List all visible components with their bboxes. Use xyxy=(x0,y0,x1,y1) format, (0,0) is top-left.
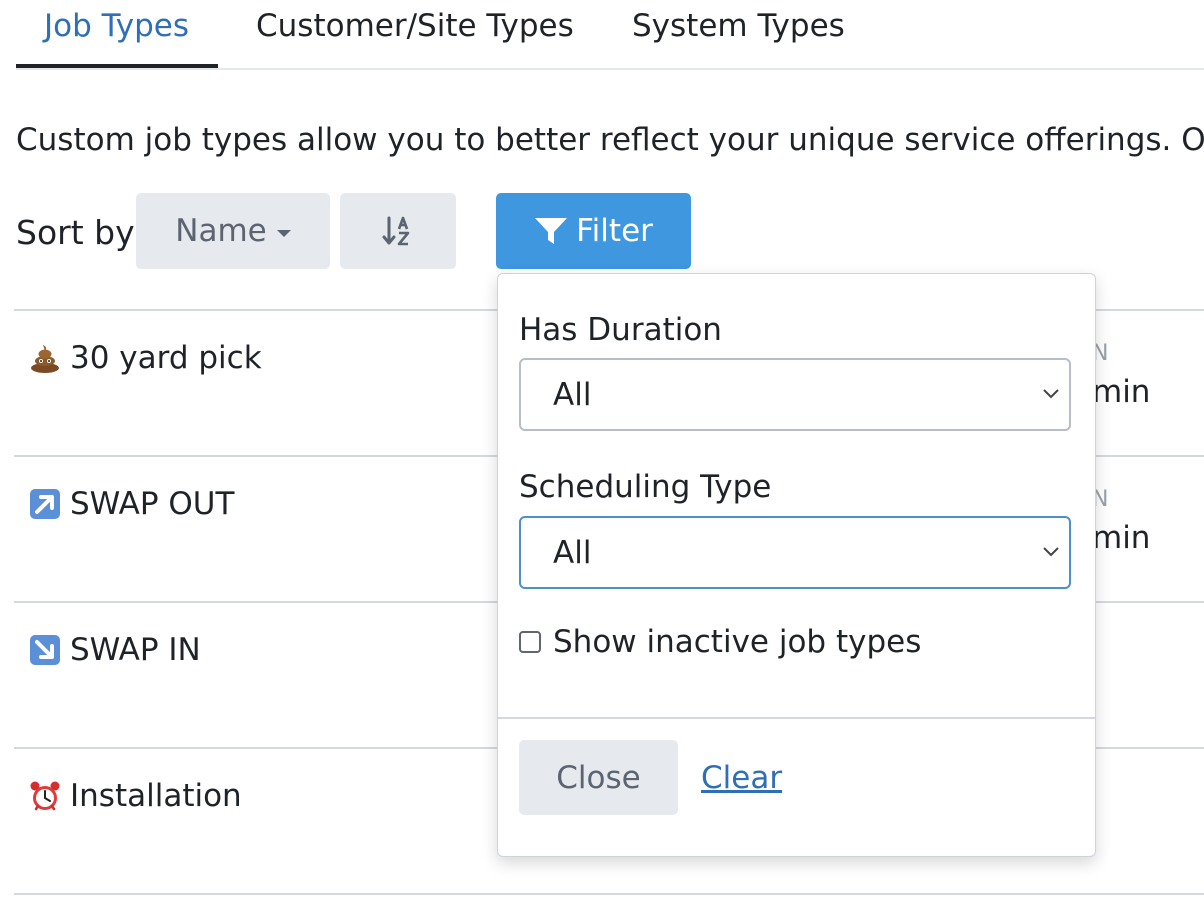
popover-divider xyxy=(498,717,1095,719)
show-inactive-checkbox[interactable] xyxy=(519,631,541,653)
job-type-name: SWAP IN xyxy=(70,632,201,668)
sort-order-button[interactable] xyxy=(340,193,456,269)
has-duration-label: Has Duration xyxy=(519,312,722,348)
has-duration-value: All xyxy=(553,376,592,413)
close-button[interactable]: Close xyxy=(519,740,678,815)
job-type-row[interactable]: 30 yard pick xyxy=(28,336,262,380)
tab-bar: Job Types Customer/Site Types System Typ… xyxy=(16,0,1204,70)
show-inactive-label: Show inactive job types xyxy=(553,624,922,660)
funnel-icon xyxy=(535,218,568,244)
job-type-row[interactable]: SWAP OUT xyxy=(28,482,234,526)
duration-fragment: min xyxy=(1092,374,1151,410)
tab-customer-site-types[interactable]: Customer/Site Types xyxy=(256,0,574,66)
chevron-down-icon xyxy=(1043,547,1059,557)
has-duration-select[interactable]: All xyxy=(519,358,1071,431)
alarm-clock-emoji-icon xyxy=(30,781,60,811)
job-type-name: SWAP OUT xyxy=(70,486,235,522)
scheduling-type-select[interactable]: All xyxy=(519,516,1071,589)
up-right-arrow-emoji-icon xyxy=(30,489,60,519)
sort-alpha-asc-icon xyxy=(382,216,410,246)
scheduling-type-label: Scheduling Type xyxy=(519,469,772,505)
caret-down-icon xyxy=(276,229,291,237)
poop-emoji-icon xyxy=(31,345,59,373)
clear-link[interactable]: Clear xyxy=(701,756,782,800)
duration-fragment: min xyxy=(1092,520,1151,556)
scheduling-type-value: All xyxy=(553,534,592,571)
job-type-row[interactable]: SWAP IN xyxy=(28,628,201,672)
active-tab-indicator xyxy=(16,64,218,68)
row-divider xyxy=(14,893,1204,895)
job-type-name: 30 yard pick xyxy=(70,340,262,376)
chevron-down-icon xyxy=(1043,389,1059,399)
sort-field-label: Name xyxy=(175,213,267,249)
job-type-name: Installation xyxy=(70,778,242,814)
sort-by-label: Sort by xyxy=(16,213,135,252)
down-right-arrow-emoji-icon xyxy=(30,635,60,665)
page-description: Custom job types allow you to better ref… xyxy=(16,122,1204,158)
filter-popover: Has Duration All Scheduling Type All Sho… xyxy=(497,273,1096,857)
job-types-page: Job Types Customer/Site Types System Typ… xyxy=(0,0,1204,898)
show-inactive-toggle[interactable]: Show inactive job types xyxy=(519,624,921,660)
tab-system-types[interactable]: System Types xyxy=(632,0,845,66)
job-type-row[interactable]: Installation xyxy=(28,774,242,818)
tab-job-types[interactable]: Job Types xyxy=(44,0,189,66)
sort-field-dropdown[interactable]: Name xyxy=(136,193,330,269)
filter-button-label: Filter xyxy=(576,213,653,249)
filter-button[interactable]: Filter xyxy=(496,193,691,269)
